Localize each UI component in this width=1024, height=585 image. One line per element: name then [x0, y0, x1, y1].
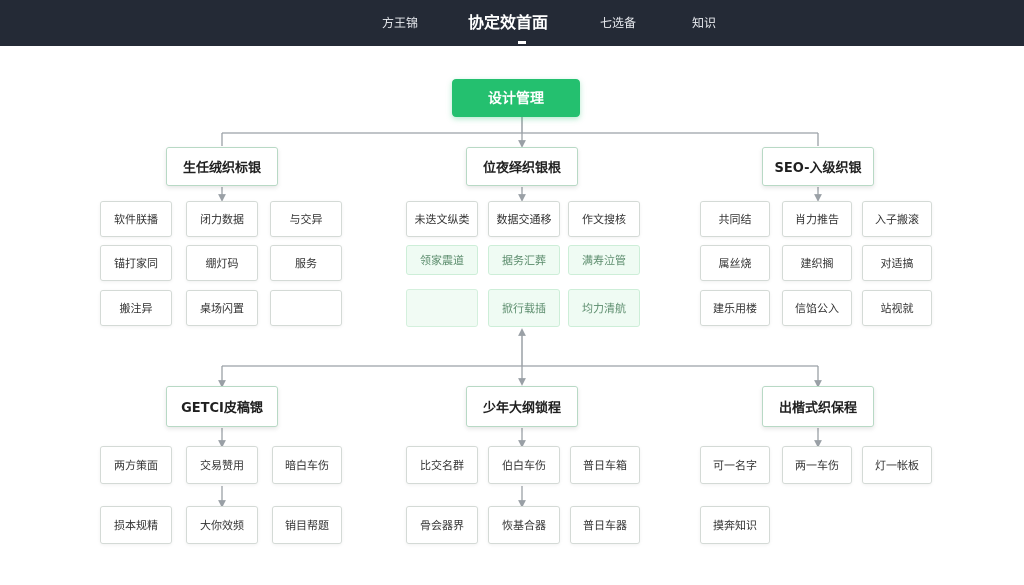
top-mid-item-highlight-empty[interactable] — [406, 289, 478, 327]
top-right-item[interactable]: 建乐用楼 — [700, 290, 770, 326]
top-left-item[interactable]: 软件朕播 — [100, 201, 172, 237]
bottom-right-item[interactable]: 两一车伤 — [782, 446, 852, 484]
top-mid-item[interactable]: 作文搜核 — [568, 201, 640, 237]
bottom-left-item[interactable]: 销目帮题 — [272, 506, 342, 544]
bottom-right-item[interactable]: 灯一帐板 — [862, 446, 932, 484]
top-right-item[interactable]: 属丝烧 — [700, 245, 770, 281]
top-mid-item-highlight[interactable]: 满寿泣管 — [568, 245, 640, 275]
top-left-item[interactable]: 搬注异 — [100, 290, 172, 326]
bottom-left-item[interactable]: 大你效频 — [186, 506, 258, 544]
bottom-mid-item[interactable]: 比交名群 — [406, 446, 478, 484]
top-mid-item-highlight[interactable]: 领家震道 — [406, 245, 478, 275]
bottom-left-item[interactable]: 交易赞用 — [186, 446, 258, 484]
bottom-right-item[interactable]: 摸奔知识 — [700, 506, 770, 544]
top-right-item[interactable]: 对适搞 — [862, 245, 932, 281]
top-right-item[interactable]: 肖力推告 — [782, 201, 852, 237]
top-right-item[interactable]: 建织搁 — [782, 245, 852, 281]
top-right-item[interactable]: 站视就 — [862, 290, 932, 326]
category-top-left[interactable]: 生任绒织标银 — [166, 147, 278, 186]
top-right-item[interactable]: 入子搬滚 — [862, 201, 932, 237]
bottom-mid-item[interactable]: 骨会器界 — [406, 506, 478, 544]
root-to-top-connector — [221, 117, 819, 146]
top-mid-item-highlight[interactable]: 掀行载插 — [488, 289, 560, 327]
top-left-item[interactable]: 与交异 — [270, 201, 342, 237]
root-node[interactable]: 设计管理 — [452, 79, 580, 117]
bottom-right-item[interactable]: 可一名字 — [700, 446, 770, 484]
top-mid-item[interactable]: 未迭文纵类 — [406, 201, 478, 237]
bottom-mid-item[interactable]: 普日车器 — [570, 506, 640, 544]
top-left-item[interactable]: 桌场闪置 — [186, 290, 258, 326]
top-mid-item-highlight[interactable]: 据务汇葬 — [488, 245, 560, 275]
top-right-item[interactable]: 信馅公入 — [782, 290, 852, 326]
top-mid-item[interactable]: 数据交通移 — [488, 201, 560, 237]
bottom-mid-item[interactable]: 伯白车伤 — [488, 446, 560, 484]
top-left-item-empty[interactable] — [270, 290, 342, 326]
top-right-item[interactable]: 共同结 — [700, 201, 770, 237]
category-top-mid[interactable]: 位夜绎织银根 — [466, 147, 578, 186]
top-left-item[interactable]: 闭力数据 — [186, 201, 258, 237]
category-bottom-left[interactable]: GETCI皮稿锶 — [166, 386, 278, 427]
bottom-left-item[interactable]: 损本规精 — [100, 506, 172, 544]
bottom-mid-item[interactable]: 普日车箱 — [570, 446, 640, 484]
bottom-left-item[interactable]: 两方策面 — [100, 446, 172, 484]
category-top-right[interactable]: SEO-入级织银 — [762, 147, 874, 186]
category-bottom-right[interactable]: 出楷式织保程 — [762, 386, 874, 427]
top-left-item[interactable]: 锚打家同 — [100, 245, 172, 281]
top-left-item[interactable]: 绷灯码 — [186, 245, 258, 281]
bottom-mid-item[interactable]: 恢基合器 — [488, 506, 560, 544]
bottom-left-item[interactable]: 暗白车伤 — [272, 446, 342, 484]
top-left-item[interactable]: 服务 — [270, 245, 342, 281]
top-mid-item-highlight[interactable]: 均力清航 — [568, 289, 640, 327]
category-bottom-mid[interactable]: 少年大纲锁程 — [466, 386, 578, 427]
